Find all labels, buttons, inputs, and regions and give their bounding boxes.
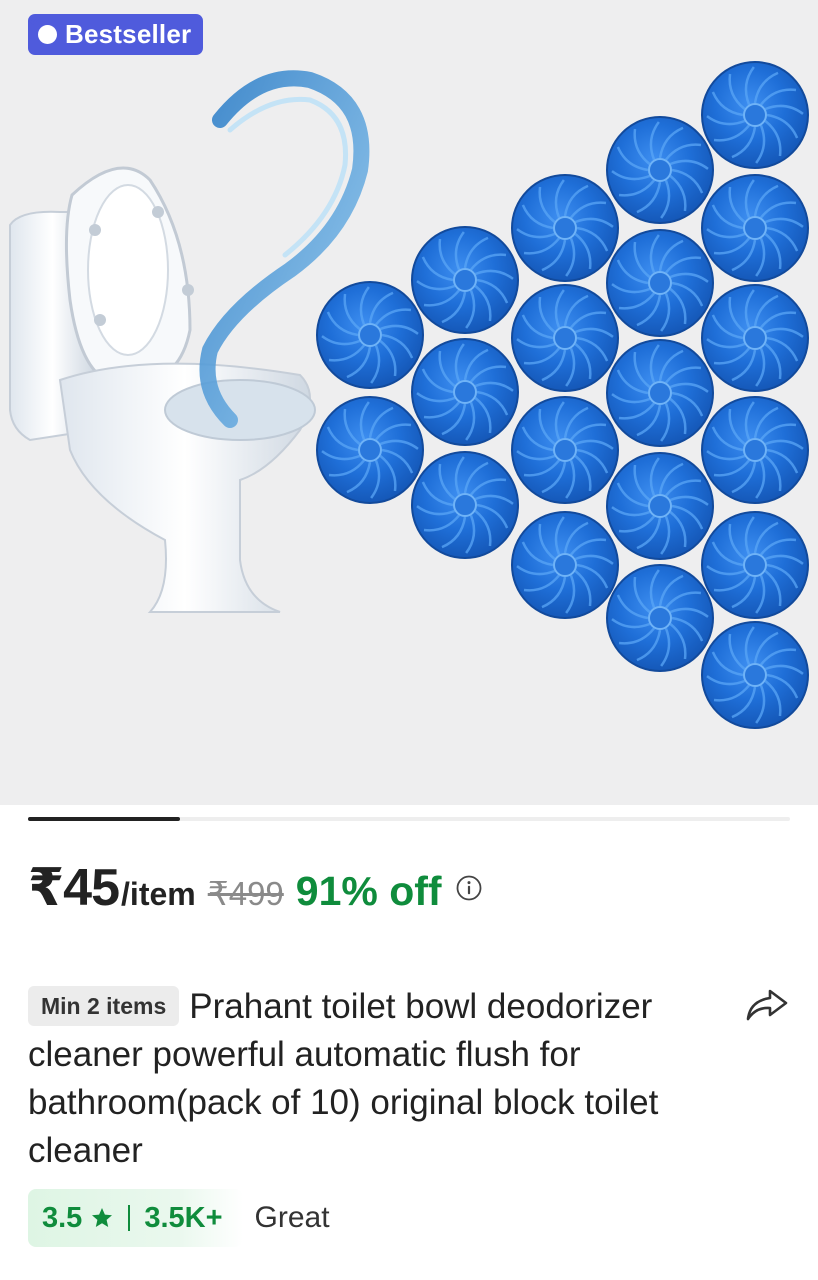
discount-percent: 91% off [295, 868, 442, 914]
blue-tablet [701, 396, 809, 504]
rating-divider [128, 1205, 131, 1231]
verified-check-icon [29, 16, 57, 44]
blue-tablet [606, 339, 714, 447]
rating-label: Great [254, 1201, 330, 1234]
price-unit: /item [121, 876, 196, 912]
blue-tablet [606, 564, 714, 672]
blue-tablet [701, 284, 809, 392]
blue-tablet [606, 452, 714, 560]
blue-tablet [701, 621, 809, 729]
blue-tablet [411, 451, 519, 559]
min-quantity-chip: Min 2 items [28, 986, 180, 1026]
blue-tablet [511, 511, 619, 619]
share-icon[interactable] [744, 985, 790, 1025]
rating-row[interactable]: 3.5 3.5K+ Great [28, 1189, 330, 1247]
price-row: ₹45 /item ₹499 91% off [28, 858, 482, 918]
product-illustration [9, 61, 809, 729]
info-icon[interactable] [456, 875, 482, 901]
blue-tablet [316, 396, 424, 504]
current-price: ₹45 [28, 859, 120, 917]
bestseller-badge: Bestseller [28, 14, 204, 55]
blue-tablet [701, 174, 809, 282]
badge-label: Bestseller [65, 19, 192, 49]
product-title-block: Min 2 items Prahant toilet bowl deodorize… [28, 983, 728, 1175]
blue-tablet [511, 174, 619, 282]
rating-score: 3.5 [42, 1201, 83, 1234]
blue-tablet-cluster [316, 61, 809, 729]
star-icon [92, 1208, 113, 1227]
original-price: ₹499 [207, 875, 284, 912]
carousel-progress-indicator [28, 817, 180, 821]
blue-tablet [606, 229, 714, 337]
product-image[interactable]: Bestseller [0, 0, 818, 805]
blue-tablet [606, 116, 714, 224]
blue-tablet [511, 396, 619, 504]
blue-tablet [316, 281, 424, 389]
blue-tablet [411, 226, 519, 334]
blue-tablet [701, 511, 809, 619]
rating-count: 3.5K+ [144, 1201, 223, 1234]
rating-chip[interactable]: 3.5 3.5K+ [28, 1189, 243, 1247]
blue-tablet [411, 338, 519, 446]
blue-tablet [511, 284, 619, 392]
blue-tablet [701, 61, 809, 169]
